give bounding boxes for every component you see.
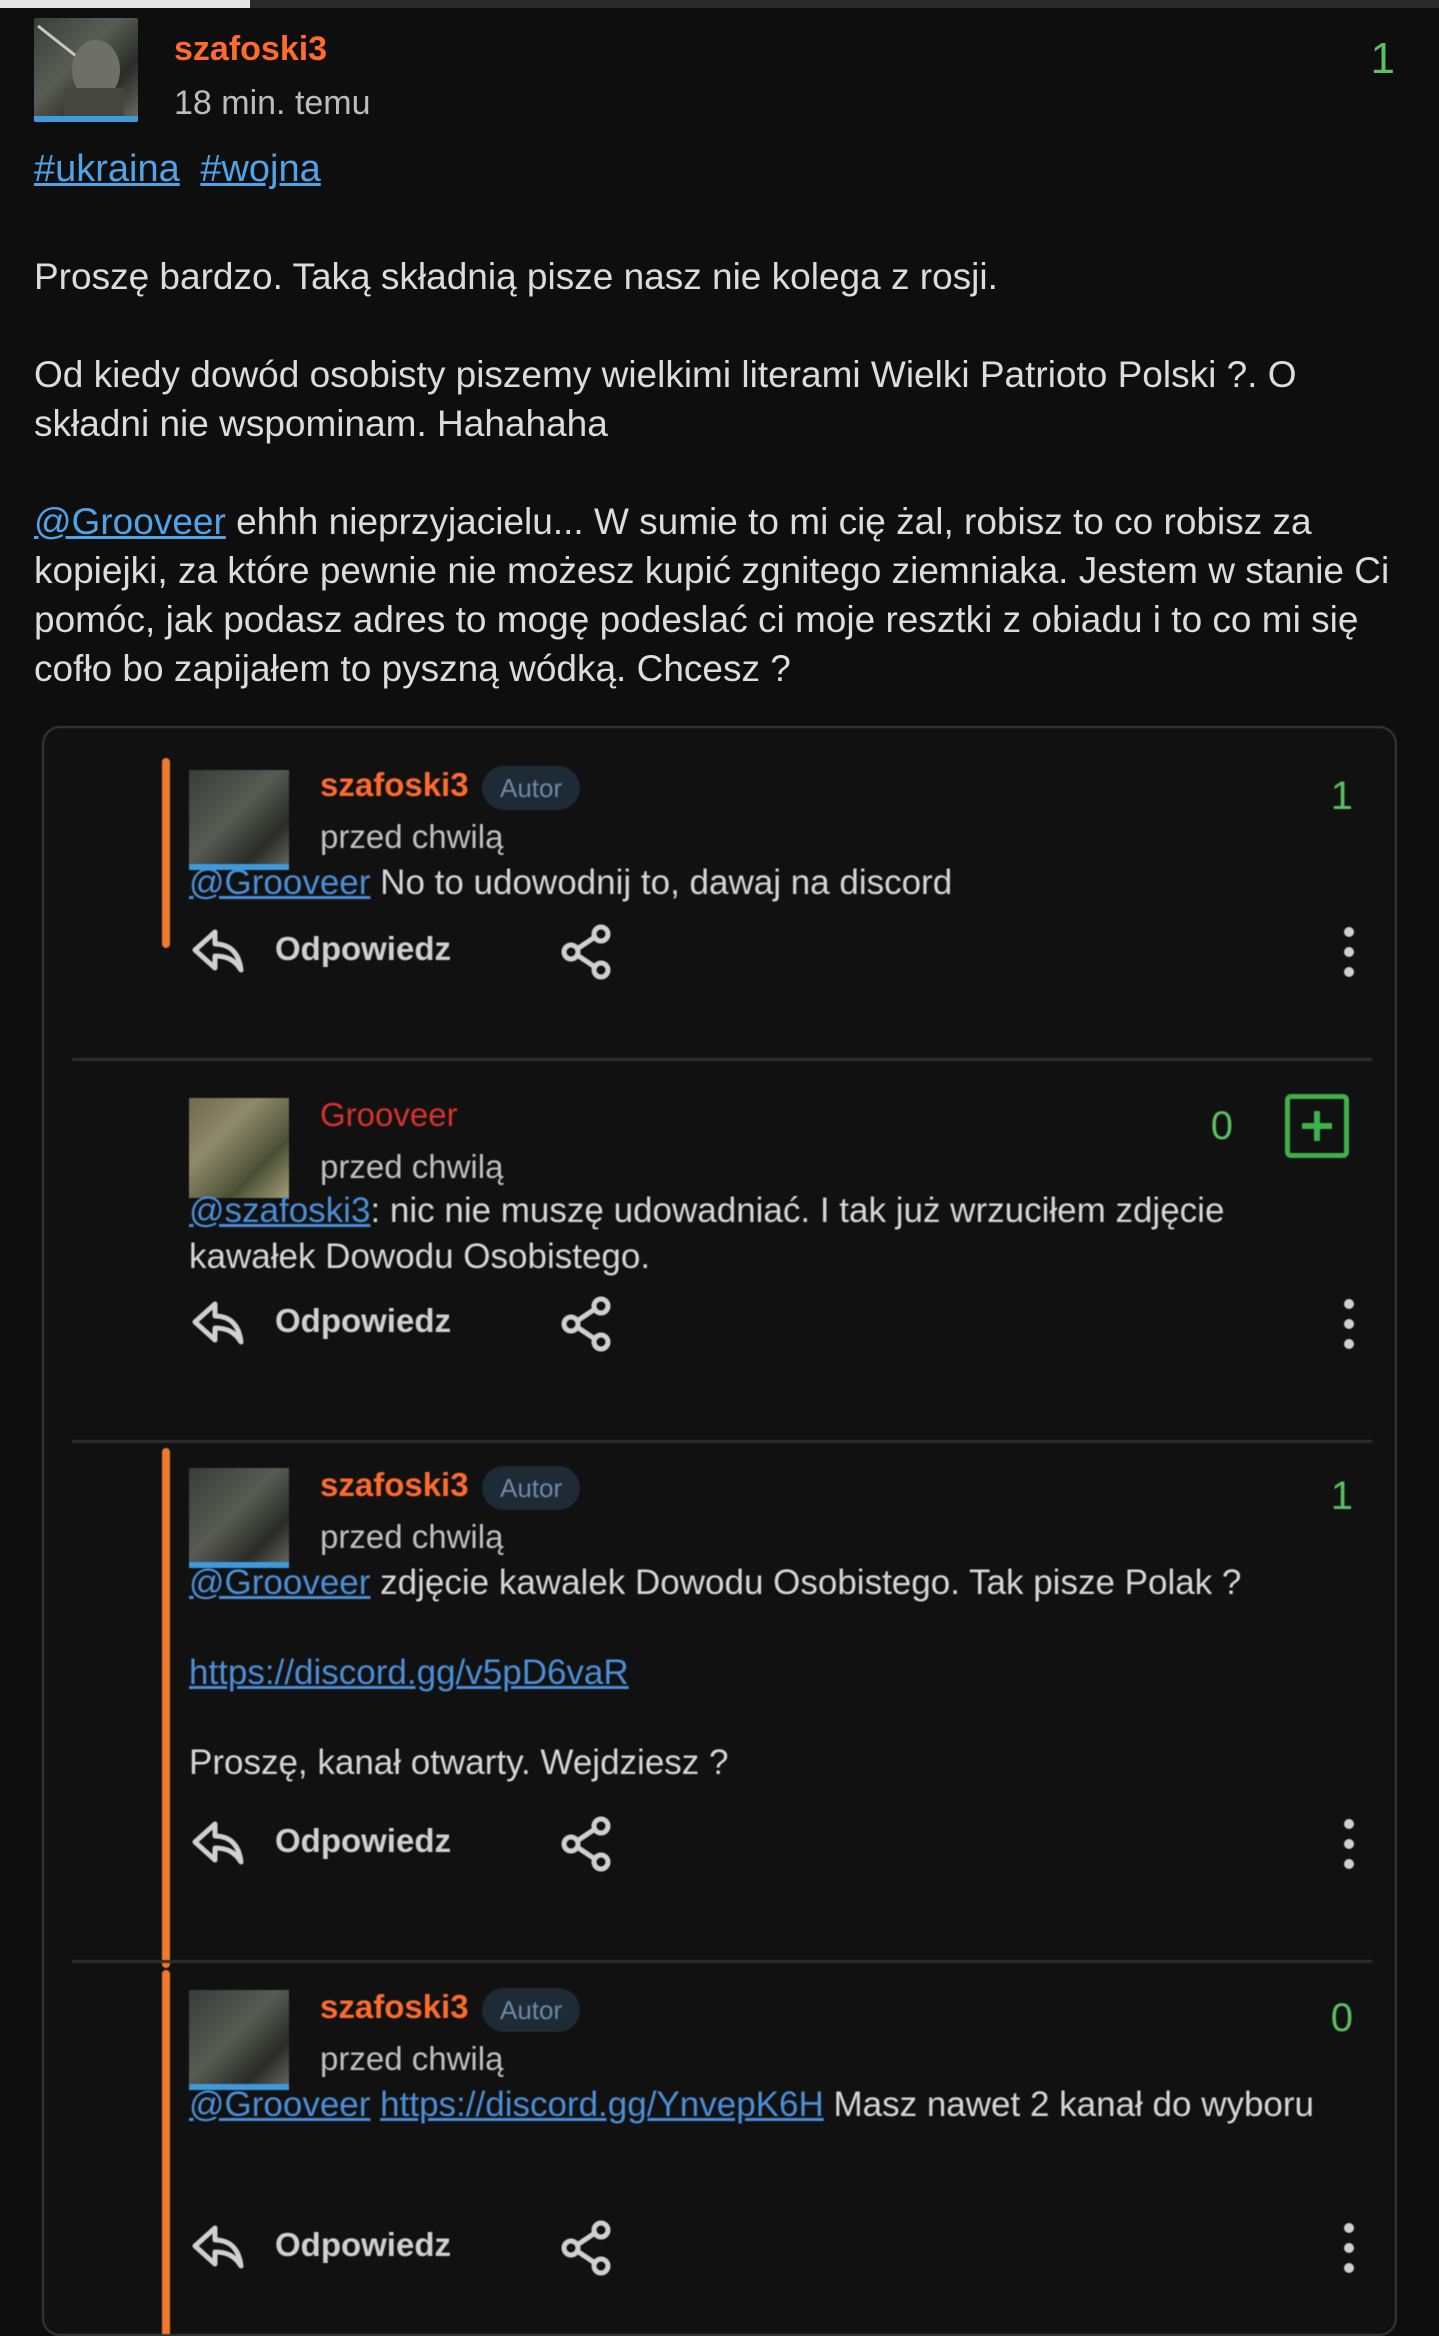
comment-time: przed chwilą (320, 2040, 504, 2077)
comment-time: przed chwilą (320, 1518, 504, 1555)
comment-score: 1 (1330, 774, 1353, 818)
share-icon (561, 924, 611, 980)
divider (72, 1440, 1372, 1443)
reply-icon (192, 1301, 244, 1345)
post-paragraph-text: ehhh nieprzyjacielu... W sumie to mi cię… (34, 501, 1390, 689)
avatar (189, 1990, 289, 2090)
comment-text: @Grooveer zdjęcie kawalek Dowodu Osobist… (189, 1560, 1359, 1606)
comment-time: przed chwilą (320, 818, 504, 855)
post: szafoski3 18 min. temu 1 #ukraina #wojna… (0, 8, 1439, 2336)
divider (72, 1058, 1372, 1061)
comment-author: szafoski3 (320, 766, 469, 803)
comment-text: Proszę, kanał otwarty. Wejdziesz ? (189, 1743, 729, 1782)
more-icon (1344, 1299, 1354, 1349)
comment-text-body: No to udowodnij to, dawaj na discord (370, 863, 953, 902)
share-icon (561, 1816, 611, 1872)
comment-text-body: zdjęcie kawalek Dowodu Osobistego. Tak p… (370, 1563, 1242, 1602)
comment-time: przed chwilą (320, 1148, 504, 1185)
post-time: 18 min. temu (174, 84, 371, 122)
author-badge: Autor (482, 1466, 581, 1510)
divider (72, 1960, 1372, 1963)
comment-actions: Odpowiedz (189, 916, 1359, 986)
comment: szafoski3 Autor przed chwilą 1 @Grooveer… (44, 1448, 1395, 1978)
reply-label: Odpowiedz (275, 1822, 451, 1859)
comment-actions: Odpowiedz (189, 1808, 1359, 1878)
discord-link: https://discord.gg/YnvepK6H (380, 2085, 824, 2124)
comment-score: 0 (1210, 1104, 1233, 1148)
tag-ukraina[interactable]: #ukraina (34, 148, 180, 190)
post-score: 1 (1370, 34, 1395, 83)
author-badge: Autor (482, 1988, 581, 2032)
comment-text: @Grooveer https://discord.gg/YnvepK6H Ma… (189, 2082, 1359, 2128)
post-body: Proszę bardzo. Taką składnią pisze nasz … (34, 252, 1404, 742)
post-header: szafoski3 18 min. temu 1 (0, 8, 1439, 138)
mention-link: @Grooveer (189, 1563, 371, 1602)
post-paragraph: Proszę bardzo. Taką składnią pisze nasz … (34, 256, 998, 297)
tag-list: #ukraina #wojna (34, 148, 331, 191)
reply-icon (192, 1821, 244, 1865)
comment: Grooveer przed chwilą 0 @szafoski3: nic … (44, 1088, 1395, 1458)
reply-label: Odpowiedz (275, 2226, 451, 2263)
reply-icon (192, 929, 244, 973)
plus-icon (1285, 1094, 1349, 1158)
reply-label: Odpowiedz (275, 1302, 451, 1339)
mention-link: @Grooveer (189, 2085, 371, 2124)
loading-progress-bar (0, 0, 1439, 8)
post-paragraph: Od kiedy dowód osobisty piszemy wielkimi… (34, 354, 1297, 444)
comment-text-body: Masz nawet 2 kanał do wyboru (823, 2085, 1315, 2124)
more-icon (1344, 1819, 1354, 1869)
discord-link: https://discord.gg/v5pD6vaR (189, 1653, 629, 1692)
author-badge: Autor (482, 766, 581, 810)
comment-score: 0 (1330, 1996, 1353, 2040)
mention-link[interactable]: @Grooveer (34, 501, 226, 542)
thread-bar (162, 1448, 170, 1968)
avatar (189, 770, 289, 870)
comment-actions: Odpowiedz (189, 2212, 1359, 2282)
reply-label: Odpowiedz (275, 930, 451, 967)
thread-bar (162, 758, 170, 948)
avatar (189, 1468, 289, 1568)
comment: szafoski3 Autor przed chwilą 0 @Grooveer… (44, 1970, 1395, 2334)
comment-link-line: https://discord.gg/v5pD6vaR (189, 1650, 1359, 1696)
mention-link: @Grooveer (189, 863, 371, 902)
loading-progress-fill (0, 0, 250, 8)
avatar-image (37, 24, 124, 118)
comment-text: @szafoski3: nic nie muszę udowadniać. I … (189, 1188, 1359, 1280)
avatar (189, 1098, 289, 1198)
comment-author: szafoski3 (320, 1466, 469, 1503)
thread-bar (162, 1970, 170, 2334)
comment-text: @Grooveer No to udowodnij to, dawaj na d… (189, 860, 1359, 906)
comment-actions: Odpowiedz (189, 1288, 1359, 1358)
tag-wojna[interactable]: #wojna (200, 148, 320, 190)
more-icon (1344, 927, 1354, 977)
post-author[interactable]: szafoski3 (174, 30, 327, 69)
reply-icon (192, 2225, 244, 2269)
comment: szafoski3 Autor przed chwilą 1 @Grooveer… (44, 758, 1395, 980)
share-icon (561, 2220, 611, 2276)
comment-score: 1 (1330, 1474, 1353, 1518)
share-icon (561, 1296, 611, 1352)
avatar[interactable] (34, 18, 138, 122)
more-icon (1344, 2223, 1354, 2273)
post-paragraph: @Grooveer ehhh nieprzyjacielu... W sumie… (34, 497, 1404, 693)
mention-link: @szafoski3 (189, 1191, 371, 1230)
comment-author: szafoski3 (320, 1988, 469, 2025)
embedded-screenshot: szafoski3 Autor przed chwilą 1 @Grooveer… (42, 726, 1397, 2336)
comment-author: Grooveer (320, 1096, 458, 1133)
